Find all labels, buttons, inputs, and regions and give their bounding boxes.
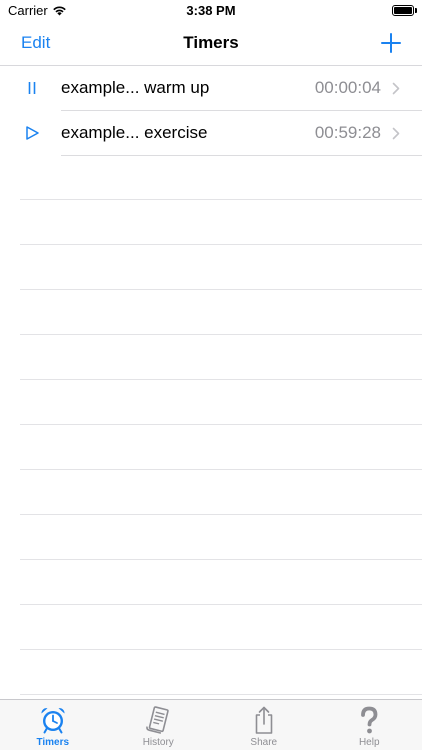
empty-row-separator xyxy=(20,514,422,515)
status-time: 3:38 PM xyxy=(186,3,236,18)
empty-row-separator xyxy=(20,604,422,605)
pause-icon[interactable] xyxy=(24,80,40,96)
tab-label: Timers xyxy=(36,737,70,748)
empty-row-separator xyxy=(20,244,422,245)
timer-title: example... exercise xyxy=(61,123,208,142)
empty-row-separator xyxy=(20,559,422,560)
scroll-icon xyxy=(146,706,169,734)
share-icon xyxy=(255,706,273,734)
status-bar: Carrier 3:38 PM xyxy=(0,0,422,22)
empty-row-separator xyxy=(20,649,422,650)
app-screen: Carrier 3:38 PM Edit Timers example... w… xyxy=(0,0,422,750)
play-icon[interactable] xyxy=(24,125,40,141)
page-title: Timers xyxy=(183,33,239,52)
navigation-bar: Edit Timers xyxy=(0,22,422,66)
tab-label: History xyxy=(142,737,174,748)
battery-level xyxy=(394,7,412,14)
tab-label: Help xyxy=(358,737,380,748)
tab-help[interactable]: Help xyxy=(317,700,422,750)
empty-row-separator xyxy=(20,424,422,425)
empty-row-separator xyxy=(20,334,422,335)
tab-bar: Timers History Share Help xyxy=(0,699,422,750)
tab-label: Share xyxy=(250,737,278,748)
chevron-right-icon xyxy=(392,82,400,95)
empty-row-separator xyxy=(20,289,422,290)
empty-row-separator xyxy=(20,469,422,470)
plus-icon[interactable] xyxy=(380,32,402,54)
chevron-right-icon xyxy=(392,127,400,140)
battery-cap xyxy=(415,8,417,13)
empty-row-separator xyxy=(20,379,422,380)
timer-list: example... warm up 00:00:04 example... e… xyxy=(0,66,422,156)
timer-row-warm-up[interactable]: example... warm up 00:00:04 xyxy=(0,66,422,111)
timer-time: 00:00:04 xyxy=(314,78,381,97)
empty-row-separator xyxy=(20,199,422,200)
timer-row-exercise[interactable]: example... exercise 00:59:28 xyxy=(0,111,422,156)
question-mark-icon xyxy=(361,706,378,734)
empty-row-separator xyxy=(20,694,422,695)
tab-timers[interactable]: Timers xyxy=(0,700,106,750)
battery-icon xyxy=(392,5,414,16)
timer-time: 00:59:28 xyxy=(314,123,381,142)
row-separator xyxy=(61,155,422,156)
tab-share[interactable]: Share xyxy=(211,700,317,750)
timer-title: example... warm up xyxy=(61,78,210,97)
alarm-clock-icon xyxy=(41,708,65,734)
tab-history[interactable]: History xyxy=(106,700,212,750)
